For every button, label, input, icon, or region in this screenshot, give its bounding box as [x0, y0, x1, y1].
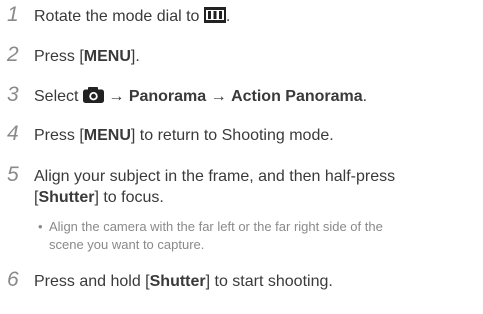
step-number: 1: [7, 3, 19, 26]
step-number: 4: [7, 122, 19, 145]
tip-text-line-1: Align the camera with the far left or th…: [49, 219, 383, 234]
step-6: 6 Press and hold [Shutter] to start shoo…: [0, 269, 333, 290]
step-number: 5: [7, 163, 19, 186]
step-2: 2 Press [MENU].: [0, 44, 140, 65]
menu-key-label: MENU: [83, 48, 131, 65]
panorama-mode-icon: [203, 7, 226, 27]
step-number: 6: [7, 268, 19, 291]
menu-key-label: MENU: [83, 127, 131, 144]
step-number: 2: [7, 43, 19, 66]
step-text: Rotate the mode dial to: [34, 8, 200, 25]
step-number: 3: [7, 83, 19, 106]
tip-text-line-2: scene you want to capture.: [49, 237, 205, 252]
shutter-key-label: Shutter: [38, 189, 95, 206]
step-1: 1 Rotate the mode dial to .: [0, 4, 230, 27]
tip-bullet: •: [38, 219, 43, 234]
shutter-key-label: Shutter: [149, 273, 206, 290]
step-5-continued: [Shutter] to focus.: [34, 189, 164, 206]
camera-icon: [82, 87, 104, 107]
step-text: Align your subject in the frame, and the…: [34, 168, 396, 185]
step-5: 5 Align your subject in the frame, and t…: [0, 164, 395, 185]
step-3: 3 Select → Panorama → Action Panorama.: [0, 84, 367, 107]
step-4: 4 Press [MENU] to return to Shooting mod…: [0, 123, 334, 144]
